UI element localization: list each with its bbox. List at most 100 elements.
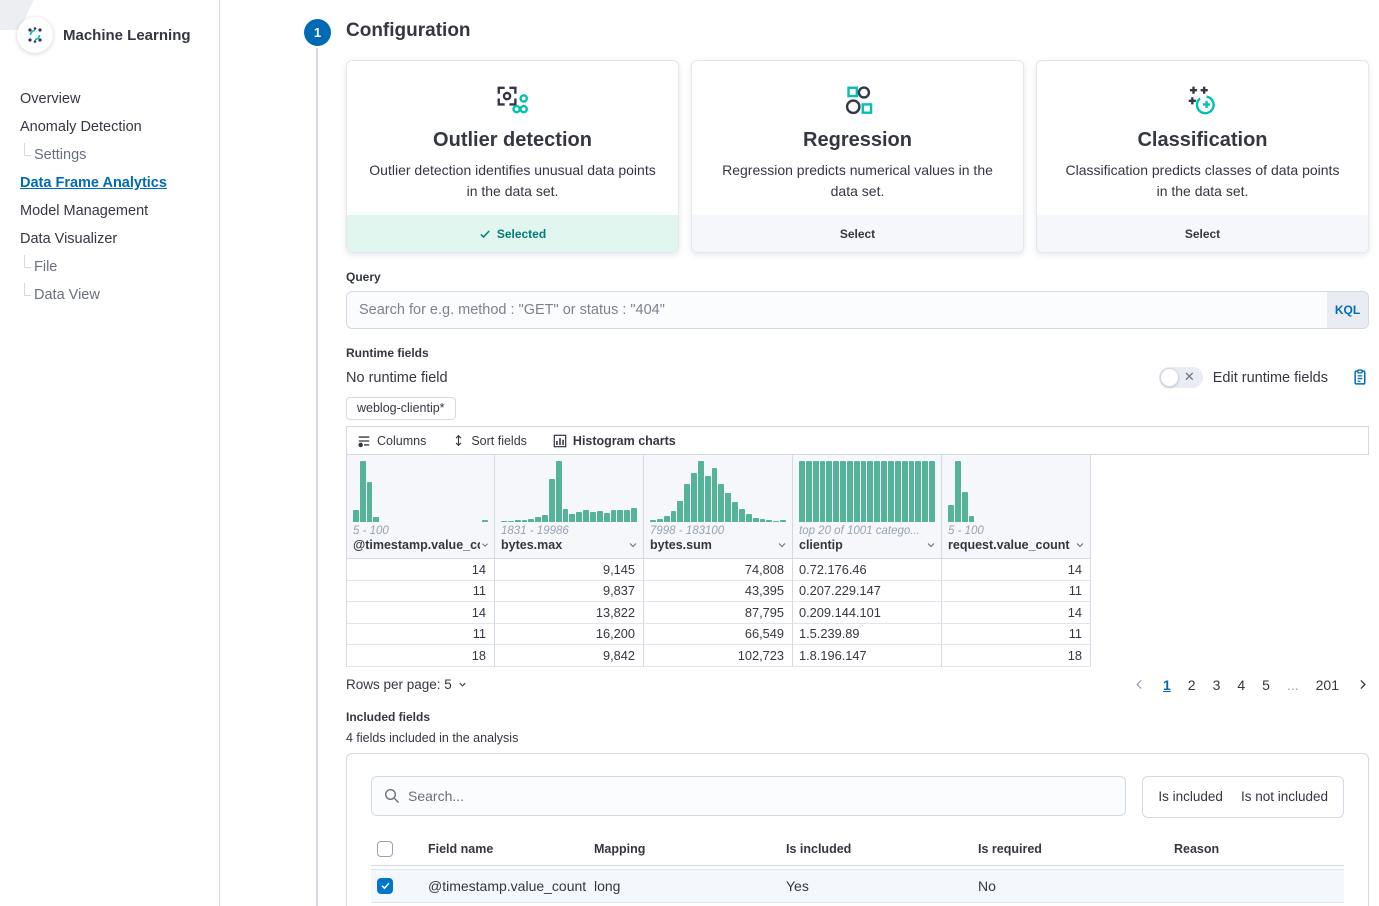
cell: 74,808 — [644, 559, 793, 581]
cell: 87,795 — [644, 602, 793, 624]
next-page-icon[interactable] — [1356, 678, 1369, 691]
filter-button-group: Is included Is not included — [1142, 776, 1344, 818]
histogram-icon — [553, 434, 567, 448]
cell: 9,837 — [495, 581, 644, 603]
query-label: Query — [346, 270, 1369, 284]
sidebar-nav: Overview Anomaly Detection Settings Data… — [0, 85, 219, 309]
regression-icon — [839, 83, 877, 121]
cell: 13,822 — [495, 602, 644, 624]
sidebar-item-settings[interactable]: Settings — [0, 141, 219, 169]
chevron-down-icon — [776, 539, 788, 551]
histogram-chart — [793, 455, 941, 522]
header-reason: Reason — [1166, 842, 1344, 856]
column-header-bytes-sum[interactable]: 7998 - 183100 bytes.sum — [644, 455, 793, 559]
card-selected-footer[interactable]: Selected — [347, 215, 678, 252]
select-all-checkbox[interactable] — [377, 841, 393, 857]
sidebar-item-overview[interactable]: Overview — [0, 85, 219, 113]
card-description: Regression predicts numerical values in … — [692, 160, 1023, 202]
included-fields-table: Field name Mapping Is included Is requir… — [371, 834, 1344, 906]
column-header-request-value-count[interactable]: 5 - 100 request.value_count — [942, 455, 1091, 559]
table-header-row: Field name Mapping Is included Is requir… — [371, 834, 1344, 866]
cell: 18 — [346, 645, 495, 667]
runtime-fields-empty-text: No runtime field — [346, 370, 448, 386]
cell: 9,145 — [495, 559, 644, 581]
cell: 11 — [346, 581, 495, 603]
data-grid-toolbar: Columns Sort fields Histogram charts — [346, 426, 1369, 455]
cell-mapping: long — [586, 878, 778, 894]
cell: 14 — [346, 602, 495, 624]
table-row: 11 16,200 66,549 1.5.239.89 11 — [346, 624, 1369, 646]
row-checkbox[interactable] — [377, 878, 393, 894]
cell: 0.207.229.147 — [793, 581, 942, 603]
card-outlier-detection[interactable]: Outlier detection Outlier detection iden… — [346, 60, 679, 253]
header-field-name[interactable]: Field name — [420, 842, 586, 856]
sidebar-item-anomaly-detection[interactable]: Anomaly Detection — [0, 113, 219, 141]
copy-to-clipboard-icon[interactable] — [1352, 369, 1369, 386]
index-pattern-badge[interactable]: weblog-clientip* — [346, 397, 456, 420]
column-header-bytes-max[interactable]: 1831 - 19986 bytes.max — [495, 455, 644, 559]
cell: 1.8.196.147 — [793, 645, 942, 667]
header-is-required[interactable]: Is required — [970, 842, 1166, 856]
field-search-box — [371, 776, 1126, 816]
sidebar-item-data-visualizer[interactable]: Data Visualizer — [0, 225, 219, 253]
cell: 102,723 — [644, 645, 793, 667]
histogram-chart — [942, 455, 1090, 522]
included-fields-label: Included fields — [346, 710, 1369, 724]
is-not-included-filter-button[interactable]: Is not included — [1232, 777, 1337, 817]
cell: 0.72.176.46 — [793, 559, 942, 581]
page-button-1[interactable]: 1 — [1163, 677, 1171, 693]
cell: 11 — [942, 581, 1091, 603]
cell-is-required: No — [970, 878, 1166, 894]
query-input[interactable] — [346, 291, 1327, 329]
search-icon — [384, 788, 400, 804]
app-title: Machine Learning — [63, 27, 191, 44]
chevron-down-icon — [627, 539, 639, 551]
check-icon — [479, 228, 491, 240]
table-row: 14 9,145 74,808 0.72.176.46 14 — [346, 559, 1369, 581]
header-mapping[interactable]: Mapping — [586, 842, 778, 856]
cell: 14 — [942, 559, 1091, 581]
chevron-down-icon — [457, 679, 468, 690]
page-button-5[interactable]: 5 — [1262, 677, 1270, 693]
toggle-knob — [1160, 368, 1179, 387]
card-select-footer[interactable]: Select — [1037, 215, 1368, 252]
page-button-2[interactable]: 2 — [1188, 677, 1196, 693]
cell: 11 — [942, 624, 1091, 646]
edit-runtime-fields-toggle[interactable]: ✕ — [1159, 367, 1203, 388]
sidebar-item-model-management[interactable]: Model Management — [0, 197, 219, 225]
runtime-fields-label: Runtime fields — [346, 346, 1369, 360]
sidebar-item-file[interactable]: File — [0, 253, 219, 281]
column-header-clientip[interactable]: top 20 of 1001 catego... clientip — [793, 455, 942, 559]
card-description: Outlier detection identifies unusual dat… — [347, 160, 678, 202]
kql-button[interactable]: KQL — [1327, 291, 1369, 329]
page-button-4[interactable]: 4 — [1237, 677, 1245, 693]
header-is-included[interactable]: Is included — [778, 842, 970, 856]
previous-page-icon[interactable] — [1133, 678, 1146, 691]
sort-fields-button[interactable]: Sort fields — [452, 434, 527, 448]
page-button-3[interactable]: 3 — [1213, 677, 1221, 693]
card-classification[interactable]: Classification Classification predicts c… — [1036, 60, 1369, 253]
cell: 0.209.144.101 — [793, 602, 942, 624]
card-select-footer[interactable]: Select — [692, 215, 1023, 252]
rows-per-page-selector[interactable]: Rows per page: 5 — [346, 677, 468, 692]
is-included-filter-button[interactable]: Is included — [1149, 777, 1232, 817]
main-content: 1 Configuration Outlier detection Outlie… — [220, 0, 1379, 906]
machine-learning-logo-icon[interactable] — [17, 17, 53, 53]
pagination-ellipsis: ... — [1287, 677, 1299, 693]
columns-button[interactable]: Columns — [357, 434, 426, 448]
page-button-201[interactable]: 201 — [1316, 677, 1339, 693]
card-title: Regression — [803, 129, 912, 152]
sidebar-item-data-view[interactable]: Data View — [0, 281, 219, 309]
card-regression[interactable]: Regression Regression predicts numerical… — [691, 60, 1024, 253]
sort-icon — [452, 434, 465, 447]
outlier-detection-icon — [494, 83, 532, 121]
table-row: 14 13,822 87,795 0.209.144.101 14 — [346, 602, 1369, 624]
column-header-timestamp-value-count[interactable]: 5 - 100 @timestamp.value_count — [346, 455, 495, 559]
columns-icon — [357, 434, 371, 448]
histogram-charts-button[interactable]: Histogram charts — [553, 434, 676, 448]
table-row: @timestamp.value_count long Yes No — [371, 869, 1344, 903]
sidebar-item-data-frame-analytics[interactable]: Data Frame Analytics — [0, 169, 219, 197]
page-title: Configuration — [346, 20, 1379, 42]
included-fields-subtitle: 4 fields included in the analysis — [346, 731, 1369, 745]
field-search-input[interactable] — [408, 788, 1113, 804]
